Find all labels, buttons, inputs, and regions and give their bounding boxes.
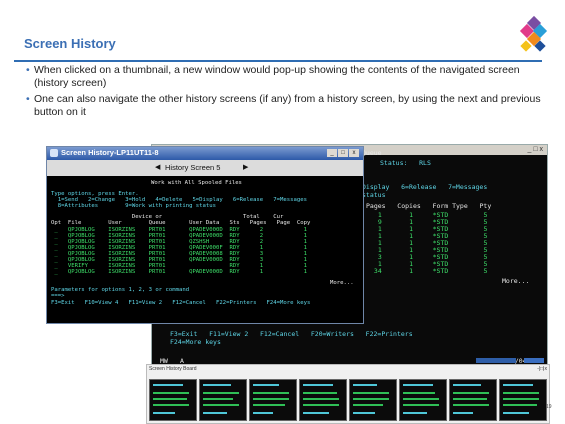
history-thumbnail[interactable] bbox=[399, 379, 447, 421]
table-row: 34 1 *STD 5 bbox=[370, 267, 488, 275]
more-indicator: More... bbox=[502, 277, 530, 285]
display-options-line: Display 6=Release 7=Messages bbox=[362, 183, 488, 191]
board-title: Screen History Board bbox=[149, 366, 197, 372]
logo-icon bbox=[519, 15, 548, 52]
status-word: status bbox=[362, 191, 386, 199]
history-navigation-bar: ◀ History Screen 5 ▶ bbox=[47, 160, 363, 176]
more-indicator: More... bbox=[330, 280, 354, 286]
column-header: Pages Copies Form Type Pty bbox=[366, 202, 492, 210]
history-thumbnail[interactable] bbox=[149, 379, 197, 421]
bullet-item: • One can also navigate the other histor… bbox=[26, 93, 551, 119]
queue-label: Queue bbox=[362, 149, 382, 157]
board-window-controls[interactable]: -|□|x bbox=[537, 366, 547, 372]
history-thumbnail[interactable] bbox=[199, 379, 247, 421]
status-line: Status: RLS bbox=[380, 159, 431, 167]
command-prompt[interactable]: ===> bbox=[51, 293, 64, 299]
page-number: 19 bbox=[546, 404, 552, 410]
taskbar-item[interactable] bbox=[476, 358, 516, 363]
bullet-item: • When clicked on a thumbnail, a new win… bbox=[26, 64, 551, 90]
close-button[interactable]: x bbox=[349, 149, 359, 157]
history-thumbnail[interactable] bbox=[349, 379, 397, 421]
popup-titlebar[interactable]: Screen History-LP11UT11-8 _ □ x bbox=[47, 147, 363, 160]
screen-history-popup: Screen History-LP11UT11-8 _ □ x ◀ Histor… bbox=[46, 146, 364, 324]
app-icon bbox=[50, 149, 58, 157]
window-controls: _ □ x bbox=[327, 149, 359, 157]
next-screen-button[interactable]: ▶ bbox=[243, 163, 248, 171]
history-thumbnail[interactable] bbox=[249, 379, 297, 421]
taskbar-item[interactable] bbox=[524, 358, 544, 363]
table-row[interactable]: _ QPJOBLOG ISORZINS PRT01 QPADEV000D RDY… bbox=[51, 269, 307, 275]
history-thumbnail[interactable] bbox=[449, 379, 497, 421]
screen-title: Work with All Spooled Files bbox=[151, 180, 242, 186]
history-screen-label: History Screen 5 bbox=[165, 163, 221, 172]
bullet-dot: • bbox=[26, 93, 30, 105]
window-controls[interactable]: _ □ x bbox=[527, 146, 543, 153]
options-line: 8=Attributes 9=Work with printing status bbox=[51, 203, 217, 209]
bullet-text: One can also navigate the other history … bbox=[34, 93, 541, 118]
parameters-label: Parameters for options 1, 2, 3 or comman… bbox=[51, 287, 190, 293]
bullet-dot: • bbox=[26, 64, 30, 76]
function-keys-line: F24=More keys bbox=[170, 338, 221, 346]
function-keys-line: F3=Exit F10=View 4 F11=View 2 F12=Cancel… bbox=[51, 300, 311, 306]
minimize-button[interactable]: _ bbox=[327, 149, 337, 157]
maximize-button[interactable]: □ bbox=[338, 149, 348, 157]
popup-title: Screen History-LP11UT11-8 bbox=[61, 148, 159, 157]
bullet-text: When clicked on a thumbnail, a new windo… bbox=[34, 64, 520, 89]
function-keys-line: F3=Exit F11=View 2 F12=Cancel F20=Writer… bbox=[170, 330, 413, 338]
previous-screen-button[interactable]: ◀ bbox=[155, 163, 160, 171]
screen-history-board: Screen History Board -|□|x bbox=[146, 364, 550, 424]
column-header: Opt File User Queue User Data Sts Pages … bbox=[51, 220, 311, 226]
history-thumbnail[interactable] bbox=[299, 379, 347, 421]
title-divider bbox=[14, 60, 542, 62]
history-thumbnail[interactable] bbox=[499, 379, 547, 421]
bullet-list: • When clicked on a thumbnail, a new win… bbox=[26, 64, 551, 122]
slide-title: Screen History bbox=[24, 36, 116, 51]
